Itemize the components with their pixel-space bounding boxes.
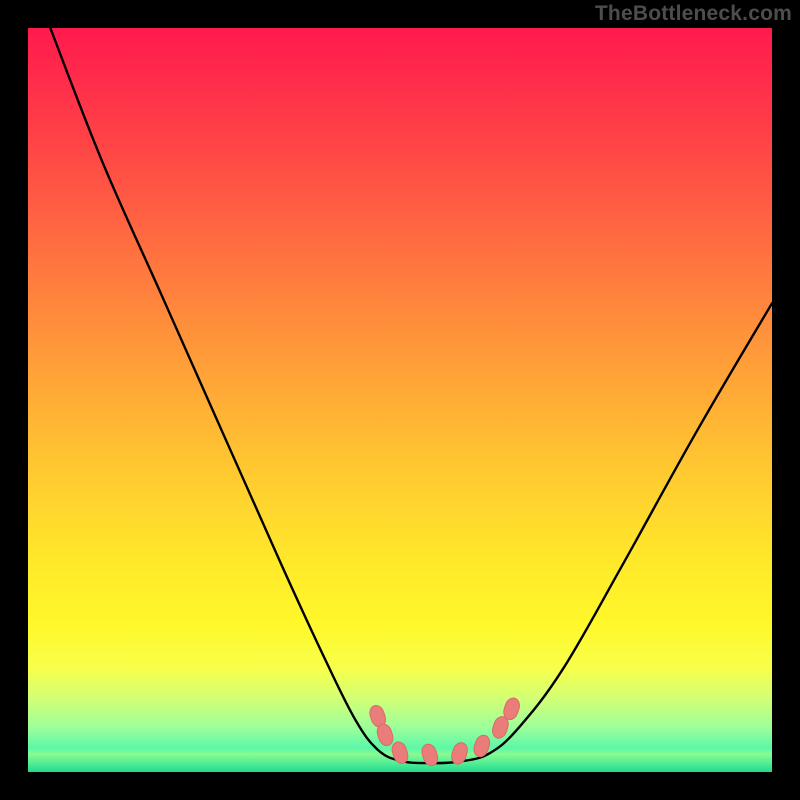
bottleneck-curve [50,28,772,763]
curve-layer [28,28,772,772]
watermark-text: TheBottleneck.com [595,2,792,26]
plot-area [28,28,772,772]
outer-frame: TheBottleneck.com [0,0,800,800]
